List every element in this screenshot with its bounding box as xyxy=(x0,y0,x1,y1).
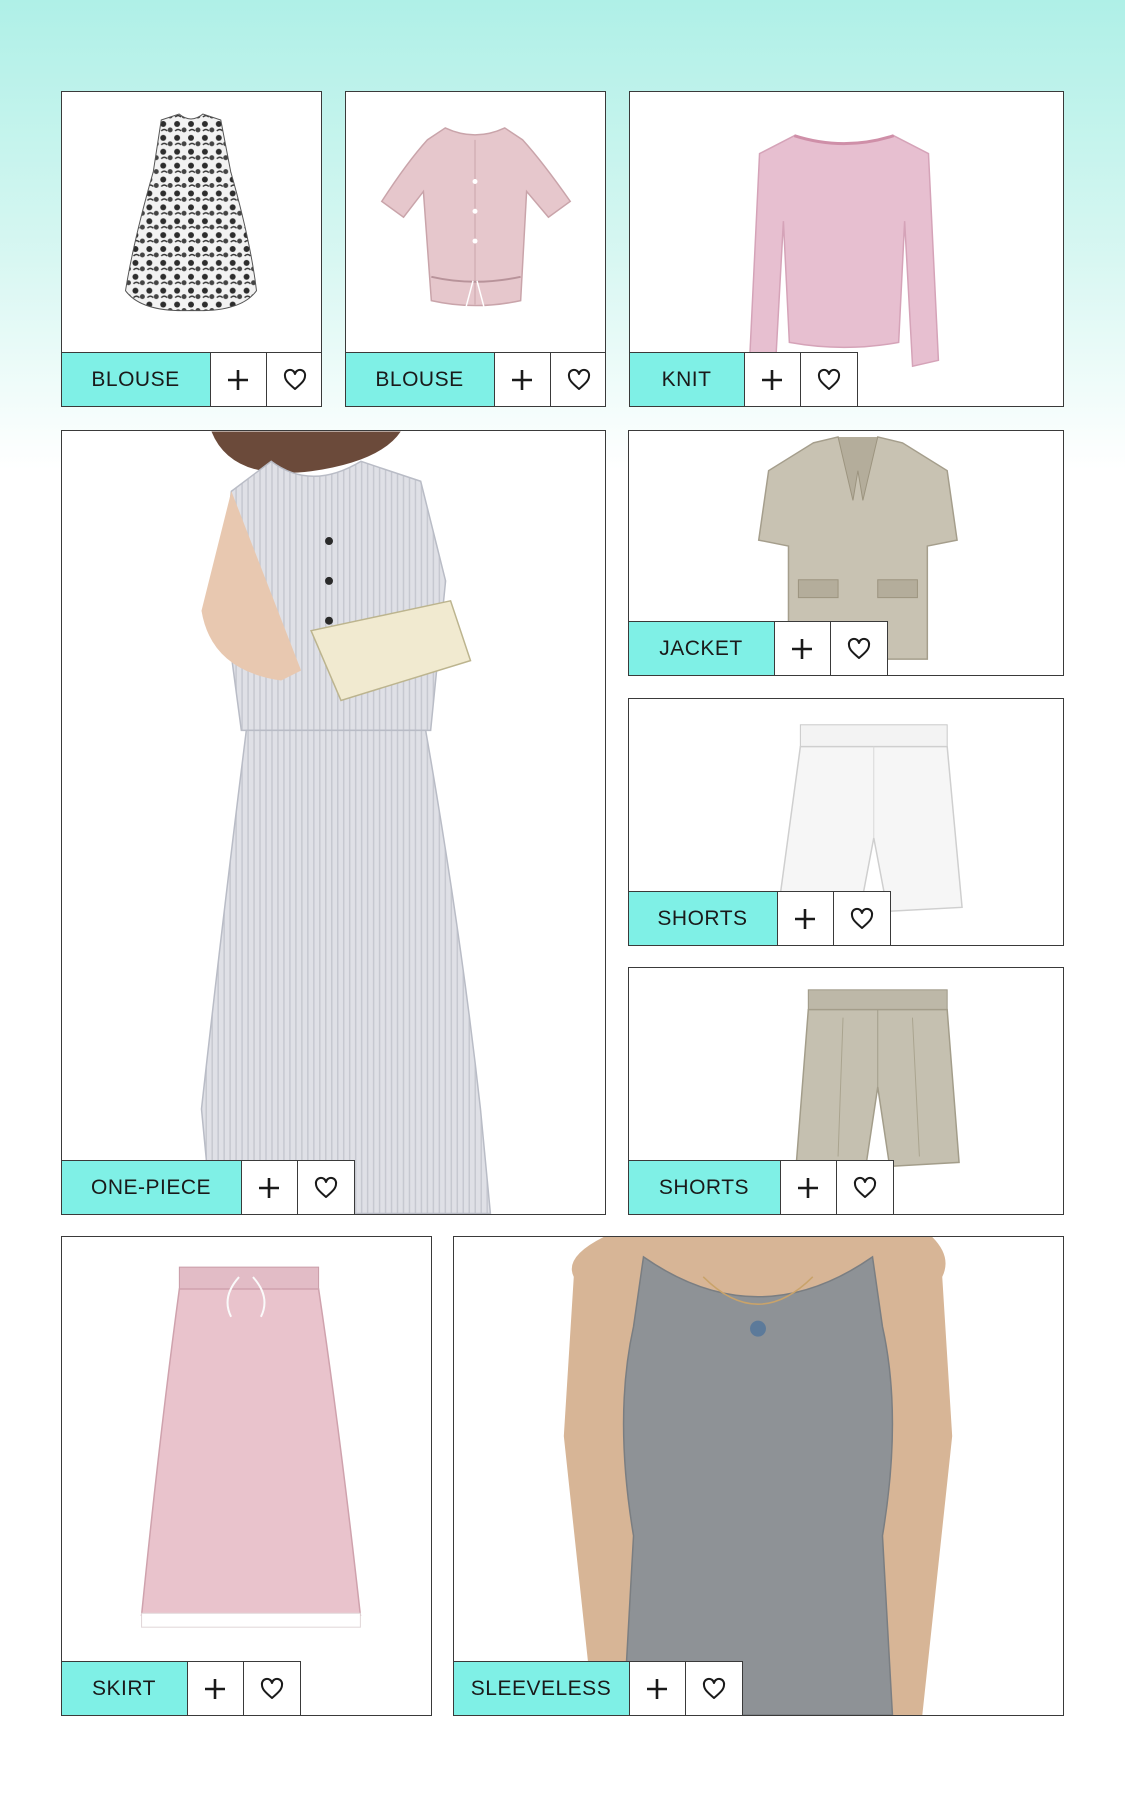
add-to-cart-button[interactable] xyxy=(210,352,267,406)
add-to-cart-button[interactable] xyxy=(629,1661,686,1715)
item-action-bar: BLOUSE xyxy=(346,351,605,406)
item-action-bar: SHORTS xyxy=(629,890,891,945)
product-card-sleeveless[interactable]: SLEEVELESS xyxy=(453,1236,1064,1716)
category-label: ONE-PIECE xyxy=(62,1160,242,1214)
add-to-cart-button[interactable] xyxy=(777,891,834,945)
item-action-bar: ONE-PIECE xyxy=(62,1159,355,1214)
plus-icon xyxy=(512,369,532,390)
plus-icon xyxy=(205,1678,225,1699)
wishlist-button[interactable] xyxy=(800,352,857,406)
wishlist-button[interactable] xyxy=(297,1160,354,1214)
category-label: BLOUSE xyxy=(346,352,495,406)
add-to-cart-button[interactable] xyxy=(780,1160,837,1214)
category-label: SHORTS xyxy=(629,1160,781,1214)
wishlist-button[interactable] xyxy=(833,891,890,945)
product-card-one-piece[interactable]: ONE-PIECE xyxy=(61,430,606,1215)
wishlist-button[interactable] xyxy=(836,1160,893,1214)
heart-icon xyxy=(847,637,870,659)
plus-icon xyxy=(762,369,782,390)
wishlist-button[interactable] xyxy=(550,352,605,406)
category-label: BLOUSE xyxy=(62,352,211,406)
heart-icon xyxy=(702,1677,725,1699)
product-card-shorts-white[interactable]: SHORTS xyxy=(628,698,1064,946)
wishlist-button[interactable] xyxy=(830,621,887,675)
product-card-shorts-khaki[interactable]: SHORTS xyxy=(628,967,1064,1215)
plus-icon xyxy=(228,369,248,390)
product-card-knit[interactable]: KNIT xyxy=(629,91,1064,407)
category-label: JACKET xyxy=(629,621,775,675)
heart-icon xyxy=(853,1176,876,1198)
product-image-grey-tank[interactable] xyxy=(454,1237,1063,1715)
product-card-blouse-pink[interactable]: BLOUSE xyxy=(345,91,606,407)
heart-icon xyxy=(850,907,873,929)
wishlist-button[interactable] xyxy=(243,1661,300,1715)
heart-icon xyxy=(283,368,306,390)
item-action-bar: SKIRT xyxy=(62,1660,301,1715)
plus-icon xyxy=(798,1177,818,1198)
heart-icon xyxy=(314,1176,337,1198)
product-card-blouse-paisley[interactable]: BLOUSE xyxy=(61,91,322,407)
product-card-skirt[interactable]: SKIRT xyxy=(61,1236,432,1716)
product-card-jacket[interactable]: JACKET xyxy=(628,430,1064,676)
wishlist-button[interactable] xyxy=(685,1661,742,1715)
plus-icon xyxy=(259,1177,279,1198)
heart-icon xyxy=(260,1677,283,1699)
plus-icon xyxy=(647,1678,667,1699)
heart-icon xyxy=(567,368,590,390)
category-label: SLEEVELESS xyxy=(454,1661,630,1715)
add-to-cart-button[interactable] xyxy=(494,352,551,406)
add-to-cart-button[interactable] xyxy=(187,1661,244,1715)
product-image-model-stripe-set[interactable] xyxy=(62,431,605,1214)
add-to-cart-button[interactable] xyxy=(241,1160,298,1214)
item-action-bar: SLEEVELESS xyxy=(454,1660,743,1715)
item-action-bar: KNIT xyxy=(630,351,858,406)
item-action-bar: BLOUSE xyxy=(62,351,321,406)
plus-icon xyxy=(795,908,815,929)
category-label: KNIT xyxy=(630,352,745,406)
item-action-bar: JACKET xyxy=(629,620,888,675)
item-action-bar: SHORTS xyxy=(629,1159,894,1214)
category-label: SHORTS xyxy=(629,891,778,945)
wishlist-button[interactable] xyxy=(266,352,321,406)
add-to-cart-button[interactable] xyxy=(774,621,831,675)
product-image-pink-skirt[interactable] xyxy=(62,1237,431,1715)
category-label: SKIRT xyxy=(62,1661,188,1715)
add-to-cart-button[interactable] xyxy=(744,352,801,406)
heart-icon xyxy=(817,368,840,390)
plus-icon xyxy=(792,638,812,659)
